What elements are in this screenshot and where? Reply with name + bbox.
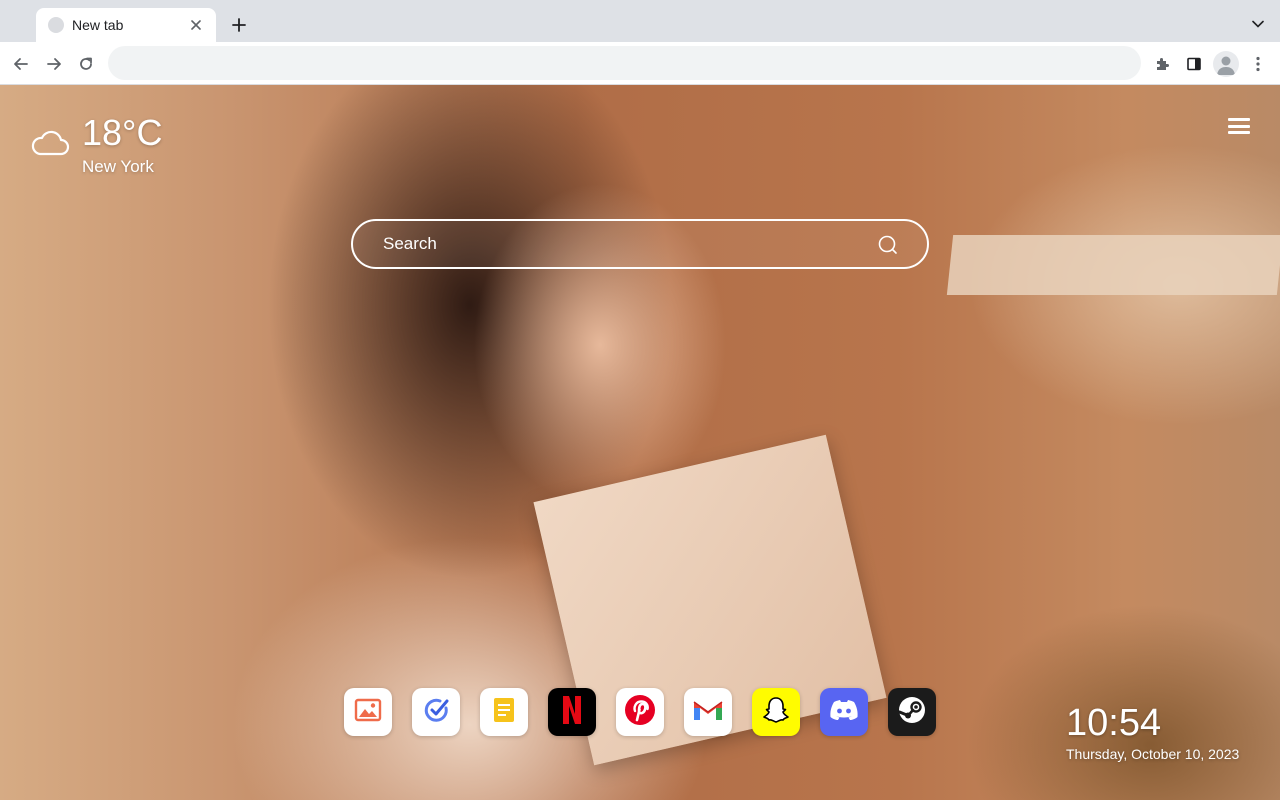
cloud-icon [30,127,70,177]
shortcut-discord[interactable] [820,688,868,736]
clock-widget: 10:54 Thursday, October 10, 2023 [1066,702,1239,762]
steam-icon [897,695,927,730]
discord-icon [828,698,860,727]
weather-temperature: 18°C [82,112,163,153]
hamburger-menu-icon[interactable] [1226,115,1252,137]
shortcut-pinterest[interactable] [616,688,664,736]
profile-icon[interactable] [1213,51,1239,77]
chevron-down-icon[interactable] [1247,13,1269,35]
new-tab-page: 18°C New York Search 10:54 Thursday, Oct… [0,85,1280,800]
weather-widget[interactable]: 18°C New York [30,113,162,177]
clock-time: 10:54 [1066,702,1162,744]
close-icon[interactable] [186,15,206,35]
pinterest-icon [624,694,656,731]
gmail-icon [692,698,724,727]
note-icon [492,696,516,729]
shortcut-netflix[interactable] [548,688,596,736]
kebab-menu-icon[interactable] [1244,50,1272,78]
search-input[interactable] [383,221,863,267]
shortcut-snapchat[interactable] [752,688,800,736]
plus-icon[interactable] [227,13,251,37]
shortcut-dock [344,688,936,736]
browser-toolbar [0,42,1280,85]
search-icon[interactable] [877,234,899,256]
shortcut-tasks[interactable] [412,688,460,736]
check-circle-icon [422,696,450,729]
tab-new-tab[interactable]: New tab [36,8,216,42]
shortcut-gallery[interactable] [344,688,392,736]
weather-city: New York [82,157,154,176]
clock-date: Thursday, October 10, 2023 [1066,746,1240,762]
background-shelf [946,235,1280,295]
tab-strip: New tab [0,0,1280,42]
favicon-icon [48,17,64,33]
snapchat-icon [760,694,792,731]
image-icon [354,698,382,727]
side-panel-icon[interactable] [1180,50,1208,78]
arrow-left-icon[interactable] [7,50,35,78]
search-box [351,219,929,269]
shortcut-gmail[interactable] [684,688,732,736]
netflix-icon [561,694,583,731]
reload-icon[interactable] [72,50,100,78]
puzzle-icon[interactable] [1148,50,1176,78]
shortcut-notes[interactable] [480,688,528,736]
arrow-right-icon[interactable] [40,50,68,78]
tab-title: New tab [72,17,124,33]
address-bar[interactable] [108,46,1141,80]
shortcut-steam[interactable] [888,688,936,736]
